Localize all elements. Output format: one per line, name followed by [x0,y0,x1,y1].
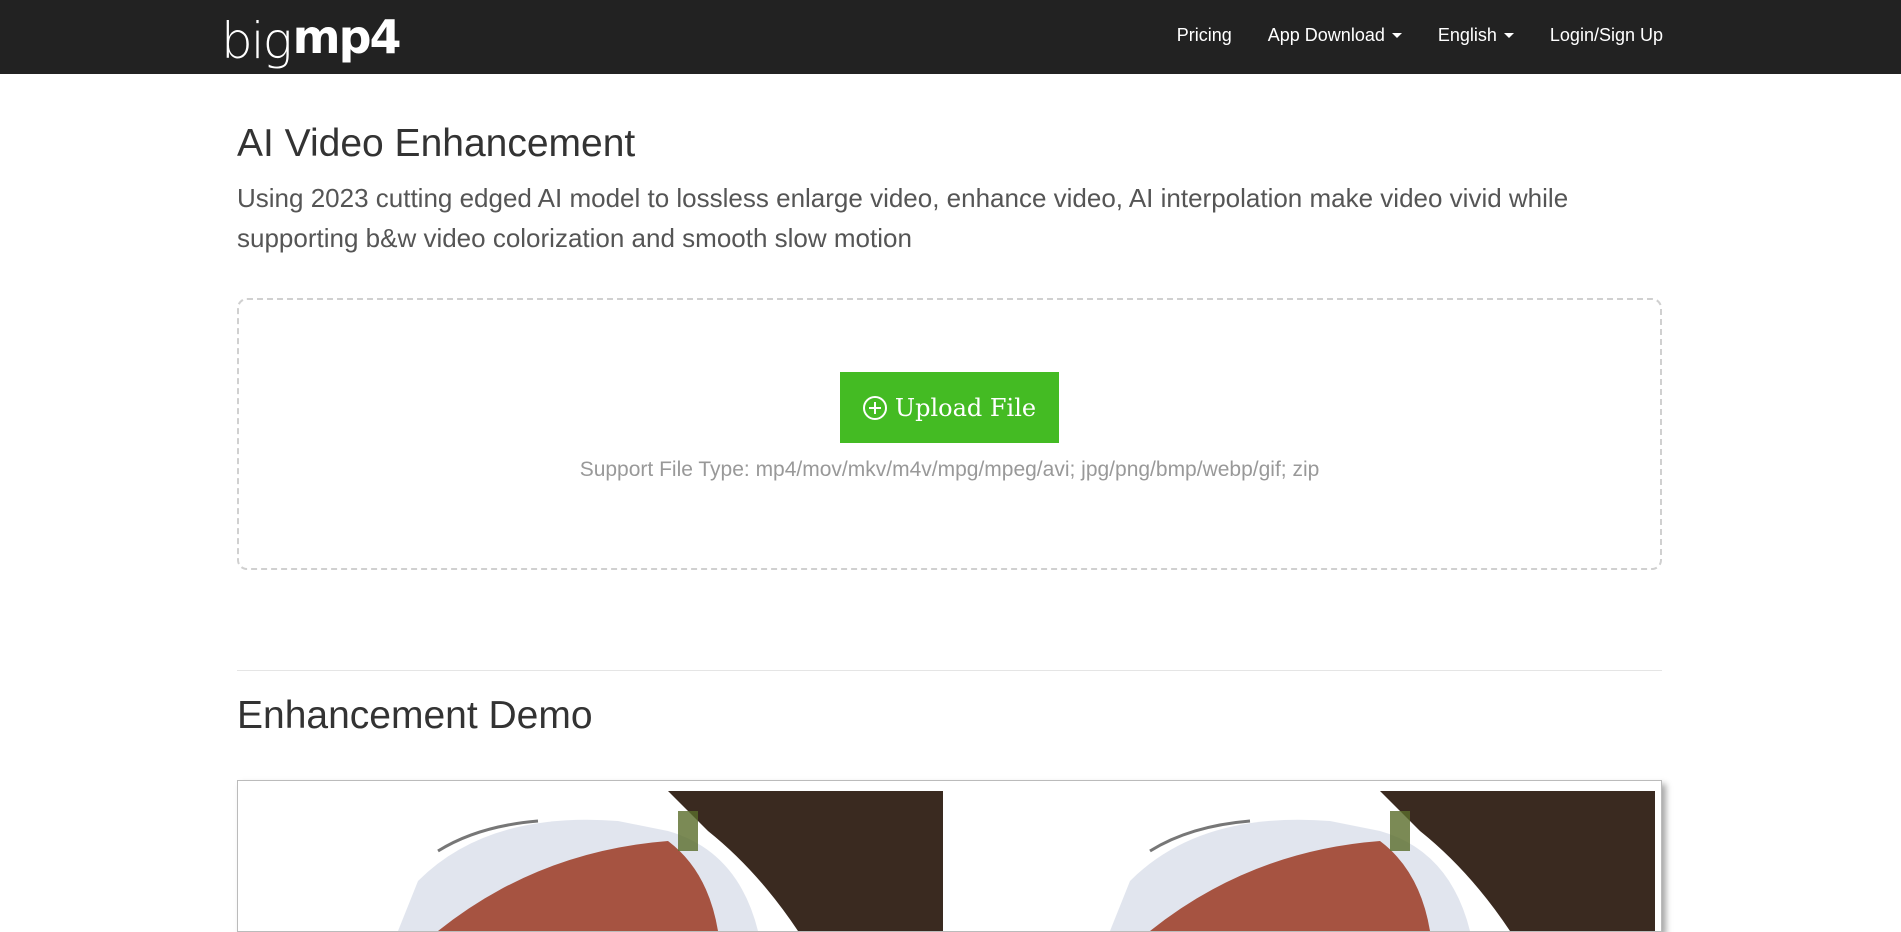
demo-section-title: Enhancement Demo [237,694,593,737]
page-description: Using 2023 cutting edged AI model to los… [237,183,1569,253]
nav-login-label: Login/Sign Up [1549,24,1663,45]
section-divider [237,670,1662,671]
nav-menu: Pricing App Download English Login/Sign … [1159,0,1663,70]
plus-circle-icon [862,395,887,420]
caret-down-icon [1391,32,1402,38]
enhancement-demo-comparison[interactable] [237,780,1662,932]
nav-language-label: English [1437,24,1497,45]
top-navbar: big mp4 Pricing App Download English Logi… [0,0,1901,74]
upload-button-label: Upload File [894,393,1037,422]
nav-app-download-label: App Download [1267,24,1385,45]
nav-login-signup-link[interactable]: Login/Sign Up [1532,25,1663,46]
page-title: AI Video Enhancement [237,122,636,165]
nav-pricing-link[interactable]: Pricing [1159,25,1250,46]
upload-file-button[interactable]: Upload File [840,372,1059,443]
bigmp4-logo[interactable]: big mp4 [221,0,402,70]
nav-language-dropdown[interactable]: English [1420,25,1532,46]
logo-bold-text: mp4 [292,10,402,64]
logo-light-text: big [221,12,293,70]
nav-pricing-label: Pricing [1176,24,1232,45]
caret-down-icon [1503,32,1514,38]
demo-before-image [238,791,943,931]
nav-app-download-dropdown[interactable]: App Download [1250,25,1420,46]
supported-file-types: Support File Type: mp4/mov/mkv/m4v/mpg/m… [579,458,1320,481]
demo-after-image [950,791,1655,931]
